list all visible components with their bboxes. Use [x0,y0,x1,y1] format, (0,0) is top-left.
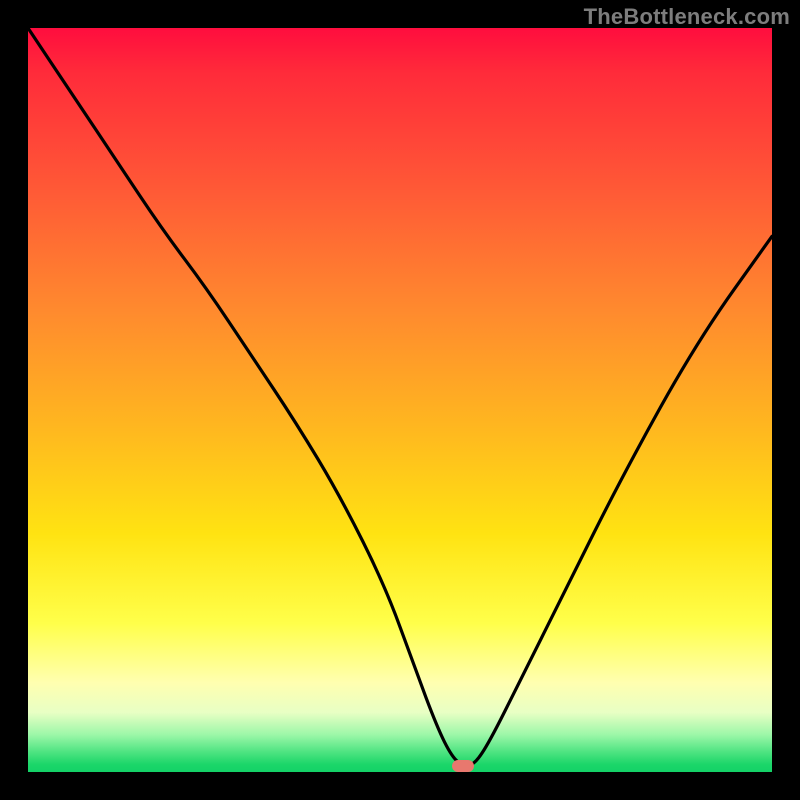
minimum-marker [452,760,474,772]
plot-area [28,28,772,772]
watermark-text: TheBottleneck.com [584,4,790,30]
curve-path [28,28,772,765]
chart-frame: TheBottleneck.com [0,0,800,800]
bottleneck-curve [28,28,772,772]
